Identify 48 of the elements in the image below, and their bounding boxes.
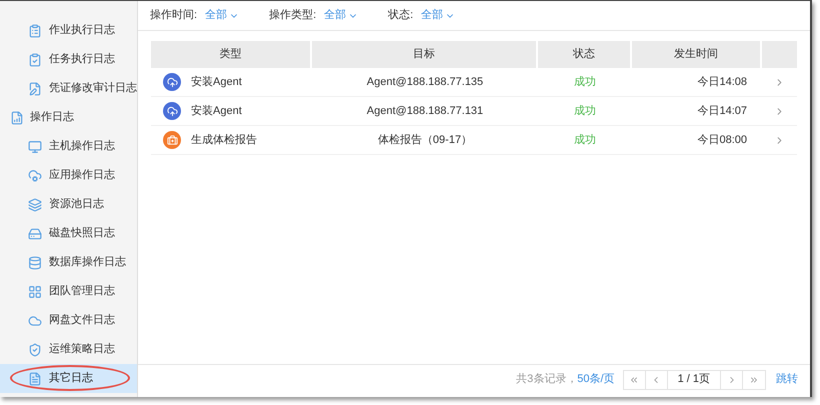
grid-icon xyxy=(28,284,42,298)
sidebar-item[interactable]: 数据库操作日志 xyxy=(0,248,137,277)
shield-check-icon xyxy=(28,342,42,356)
database-icon xyxy=(28,256,42,270)
sidebar-item[interactable]: 凭证修改审计日志 xyxy=(0,74,137,103)
status-text: 成功 xyxy=(574,104,596,119)
cloud-upload-icon xyxy=(163,73,181,91)
sidebar-section[interactable]: 操作日志 xyxy=(0,103,137,132)
sidebar-item[interactable]: 任务执行日志 xyxy=(0,45,137,74)
cloud-upload-icon xyxy=(163,102,181,120)
filter-label: 状态: xyxy=(388,8,414,24)
sidebar-item[interactable]: 运维策略日志 xyxy=(0,335,137,364)
sidebar-item[interactable]: 其它日志 xyxy=(0,364,137,393)
clipboard-check-icon xyxy=(28,52,42,66)
record-count: 共3条记录， xyxy=(516,372,578,388)
clipboard-icon xyxy=(28,24,42,38)
cloud-gear-icon xyxy=(28,168,42,182)
sidebar-item[interactable]: 应用操作日志 xyxy=(0,161,137,190)
sidebar-item[interactable]: 主机操作日志 xyxy=(0,132,137,161)
status-text: 成功 xyxy=(574,74,596,90)
table-cell-text: 今日14:07 xyxy=(697,104,747,119)
page-indicator: 1 / 1页 xyxy=(668,370,721,388)
sidebar-item[interactable]: 团队管理日志 xyxy=(0,277,137,306)
document-edit-icon xyxy=(28,82,42,96)
table-cell-text: 今日14:08 xyxy=(697,74,747,90)
filter-label: 操作类型: xyxy=(269,8,316,24)
sidebar-item[interactable]: 网盘文件日志 xyxy=(0,306,137,335)
table-cell-text: 安装Agent xyxy=(191,74,242,90)
drive-icon xyxy=(28,226,42,240)
table-cell-text: 今日08:00 xyxy=(697,132,747,148)
table-cell-text: 安装Agent xyxy=(191,104,242,119)
cloud-icon xyxy=(28,314,42,328)
layers-icon xyxy=(28,198,42,212)
table-cell-text: 体检报告（09-17） xyxy=(378,132,472,148)
filter-label: 操作时间: xyxy=(150,8,198,24)
chart-document-icon xyxy=(10,110,24,124)
sidebar-item[interactable]: 作业执行日志 xyxy=(0,16,137,45)
table-cell-text: 生成体检报告 xyxy=(191,132,257,148)
sidebar-item[interactable]: 磁盘快照日志 xyxy=(0,219,137,248)
document-icon xyxy=(28,372,42,386)
table-cell-text: Agent@188.188.77.135 xyxy=(366,74,484,90)
status-text: 成功 xyxy=(574,132,596,148)
double-chevron-left-icon xyxy=(629,374,640,384)
sidebar-item[interactable]: 资源池日志 xyxy=(0,190,137,219)
table-cell-text: Agent@188.188.77.131 xyxy=(366,104,484,119)
monitor-icon xyxy=(28,140,42,154)
medical-kit-icon xyxy=(163,131,181,149)
double-chevron-right-icon xyxy=(749,374,759,384)
